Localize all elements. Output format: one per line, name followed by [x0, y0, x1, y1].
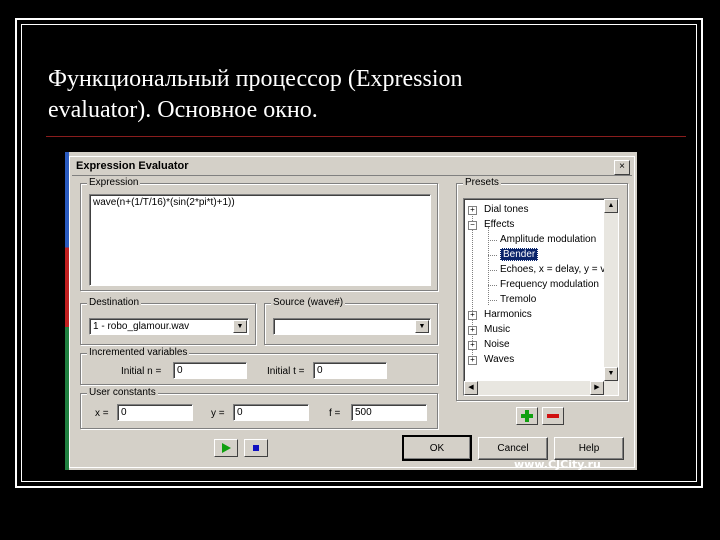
- expression-group: Expression wave(n+(1/T/16)*(sin(2*pi*t)+…: [80, 177, 438, 291]
- source-label: Source (wave#): [271, 297, 346, 308]
- tree-line: [488, 300, 497, 301]
- expand-icon[interactable]: +: [468, 341, 477, 350]
- expand-icon[interactable]: +: [468, 356, 477, 365]
- tree-item-label: Amplitude modulation: [500, 234, 597, 245]
- expression-label: Expression: [87, 177, 141, 188]
- source-group: Source (wave#) ▼: [264, 297, 438, 345]
- watermark: www.CJCity.ru: [514, 458, 601, 471]
- scroll-up-icon[interactable]: ▲: [604, 199, 618, 213]
- tree-line: [488, 255, 497, 256]
- tree-line: [488, 227, 489, 305]
- tree-item-label: Dial tones: [484, 204, 529, 215]
- ok-button[interactable]: OK: [402, 435, 472, 461]
- stop-icon: [253, 445, 259, 451]
- initial-t-label: Initial t =: [267, 366, 305, 377]
- tree-item[interactable]: Bender: [488, 248, 539, 262]
- tree-item[interactable]: + Noise: [468, 338, 510, 352]
- play-button[interactable]: [214, 439, 238, 457]
- user-constants-group: User constants x = 0 y = 0 f = 500: [80, 387, 438, 429]
- initial-n-input[interactable]: 0: [173, 362, 247, 379]
- remove-preset-button[interactable]: [542, 407, 564, 425]
- tree-item[interactable]: Amplitude modulation: [488, 233, 597, 247]
- minus-icon: [547, 414, 559, 418]
- close-button[interactable]: ×: [614, 160, 630, 175]
- tree-line: [488, 270, 497, 271]
- play-icon: [222, 443, 231, 453]
- x-input[interactable]: 0: [117, 404, 193, 421]
- presets-label: Presets: [463, 177, 501, 188]
- tree-item[interactable]: − Effects: [468, 218, 515, 232]
- f-input[interactable]: 500: [351, 404, 427, 421]
- dialog-titlebar[interactable]: Expression Evaluator ×: [72, 159, 632, 176]
- tree-item[interactable]: + Music: [468, 323, 511, 337]
- tree-item[interactable]: + Waves: [468, 353, 515, 367]
- tree-item-label: Tremolo: [500, 294, 537, 305]
- slide-title-line-2: evaluator). Основное окно.: [48, 97, 318, 123]
- tree-item-label: Harmonics: [484, 309, 532, 320]
- scroll-down-icon[interactable]: ▼: [604, 367, 618, 381]
- scroll-left-icon[interactable]: ◀: [464, 381, 478, 395]
- tree-item[interactable]: Tremolo: [488, 293, 537, 307]
- y-input[interactable]: 0: [233, 404, 309, 421]
- expand-icon[interactable]: +: [468, 206, 477, 215]
- vertical-scrollbar[interactable]: ▲ ▼: [604, 199, 618, 395]
- destination-value: 1 - robo_glamour.wav: [93, 321, 190, 332]
- expand-icon[interactable]: +: [468, 326, 477, 335]
- tree-item[interactable]: + Harmonics: [468, 308, 532, 322]
- chevron-down-icon[interactable]: ▼: [233, 320, 247, 333]
- x-label: x =: [95, 408, 109, 419]
- cancel-button[interactable]: Cancel: [478, 437, 548, 460]
- presets-tree[interactable]: + Dial tones − Effects Amplitude modulation B…: [463, 198, 619, 396]
- tree-item-label: Noise: [484, 339, 510, 350]
- title-divider: [46, 136, 686, 137]
- stop-button[interactable]: [244, 439, 268, 457]
- tree-item-label: Frequency modulation: [500, 279, 599, 290]
- incremented-variables-group: Incremented variables Initial n = 0 Init…: [80, 347, 438, 385]
- tree-item-label: Bender: [500, 248, 539, 261]
- screenshot: Expression Evaluator × Expression wave(n…: [65, 152, 637, 470]
- tree-item-label: Effects: [484, 219, 515, 230]
- initial-t-input[interactable]: 0: [313, 362, 387, 379]
- help-button[interactable]: Help: [554, 437, 624, 460]
- y-label: y =: [211, 408, 225, 419]
- slide-title: Функциональный процессор (Expression eva…: [48, 64, 668, 126]
- initial-n-label: Initial n =: [121, 366, 162, 377]
- tree-item[interactable]: Echoes, x = delay, y = vol: [488, 263, 614, 277]
- expression-input[interactable]: wave(n+(1/T/16)*(sin(2*pi*t)+1)): [89, 194, 431, 286]
- close-icon: ×: [619, 161, 625, 172]
- destination-group: Destination 1 - robo_glamour.wav ▼: [80, 297, 256, 345]
- destination-label: Destination: [87, 297, 142, 308]
- tree-item-label: Waves: [484, 354, 515, 365]
- tree-item-label: Echoes, x = delay, y = vol: [500, 264, 614, 275]
- tree-line: [488, 285, 497, 286]
- add-preset-button[interactable]: [516, 407, 538, 425]
- destination-select[interactable]: 1 - robo_glamour.wav ▼: [89, 318, 249, 335]
- tree-item-label: Music: [484, 324, 511, 335]
- collapse-icon[interactable]: −: [468, 221, 477, 230]
- slide-title-line-1: Функциональный процессор (Expression: [48, 66, 463, 92]
- tree-line: [488, 240, 497, 241]
- incremented-variables-label: Incremented variables: [87, 347, 190, 358]
- tree-item[interactable]: + Dial tones: [468, 203, 529, 217]
- presets-group: Presets + Dial tones − Effects Amplitude mod…: [456, 177, 628, 401]
- expression-evaluator-dialog: Expression Evaluator × Expression wave(n…: [69, 156, 635, 468]
- source-select[interactable]: ▼: [273, 318, 431, 335]
- chevron-down-icon[interactable]: ▼: [415, 320, 429, 333]
- f-label: f =: [329, 408, 341, 419]
- scroll-right-icon[interactable]: ▶: [590, 381, 604, 395]
- horizontal-scrollbar[interactable]: ◀ ▶: [464, 381, 604, 395]
- plus-icon: [521, 410, 533, 422]
- dialog-title: Expression Evaluator: [76, 160, 189, 172]
- expand-icon[interactable]: +: [468, 311, 477, 320]
- user-constants-label: User constants: [87, 387, 158, 398]
- tree-item[interactable]: Frequency modulation: [488, 278, 599, 292]
